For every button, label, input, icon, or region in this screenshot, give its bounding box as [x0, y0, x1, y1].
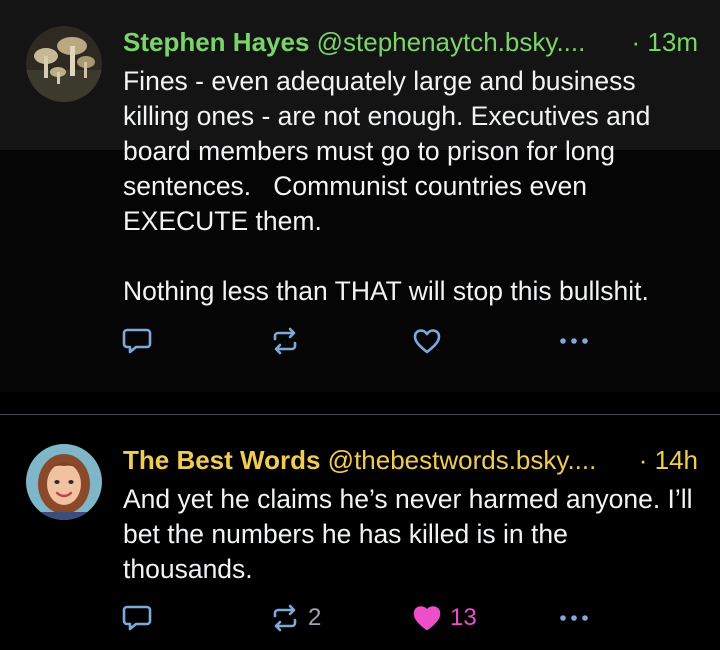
post-card[interactable]: Stephen Hayes @stephenaytch.bsky.... · 1…: [0, 0, 720, 392]
repost-count: 2: [308, 604, 322, 631]
like-count: 13: [450, 604, 477, 631]
repost-button[interactable]: [270, 326, 308, 356]
mushroom-photo-avatar-icon: [26, 26, 102, 102]
post-text: Fines - even adequately large and busine…: [123, 66, 651, 306]
reply-button[interactable]: [122, 326, 154, 356]
author-handle[interactable]: @stephenaytch.bsky....: [317, 27, 586, 57]
author-name[interactable]: Stephen Hayes: [123, 27, 309, 57]
post-card[interactable]: The Best Words @thebestwords.bsky.... · …: [0, 418, 720, 650]
ellipsis-icon: [560, 338, 588, 344]
post-actions: [120, 326, 600, 356]
author-name[interactable]: The Best Words: [123, 445, 320, 475]
post-header: Stephen Hayes @stephenaytch.bsky.... · 1…: [123, 25, 698, 59]
more-options-button[interactable]: [557, 603, 591, 633]
avatar[interactable]: [26, 26, 102, 102]
post-timestamp[interactable]: · 14h: [639, 443, 698, 477]
speech-bubble-icon: [122, 328, 152, 354]
ellipsis-icon: [560, 615, 588, 621]
repost-button[interactable]: 2: [270, 603, 321, 633]
avatar[interactable]: [26, 444, 102, 520]
speech-bubble-icon: [122, 605, 152, 631]
repost-arrows-icon: [273, 327, 297, 355]
woman-illustration-avatar-icon: [26, 444, 102, 520]
post-divider: [0, 414, 720, 415]
post-text: And yet he claims he’s never harmed anyo…: [123, 484, 700, 584]
reply-button[interactable]: [122, 603, 154, 633]
repost-arrows-icon: [273, 604, 297, 632]
like-button[interactable]: 13: [412, 603, 477, 633]
heart-icon: [413, 606, 441, 631]
like-button[interactable]: [412, 326, 450, 356]
post-actions: 2 13: [120, 603, 600, 633]
heart-icon: [413, 329, 441, 354]
more-options-button[interactable]: [557, 326, 591, 356]
post-header: The Best Words @thebestwords.bsky.... · …: [123, 443, 698, 477]
author-handle[interactable]: @thebestwords.bsky....: [328, 445, 597, 475]
post-timestamp[interactable]: · 13m: [632, 25, 698, 59]
